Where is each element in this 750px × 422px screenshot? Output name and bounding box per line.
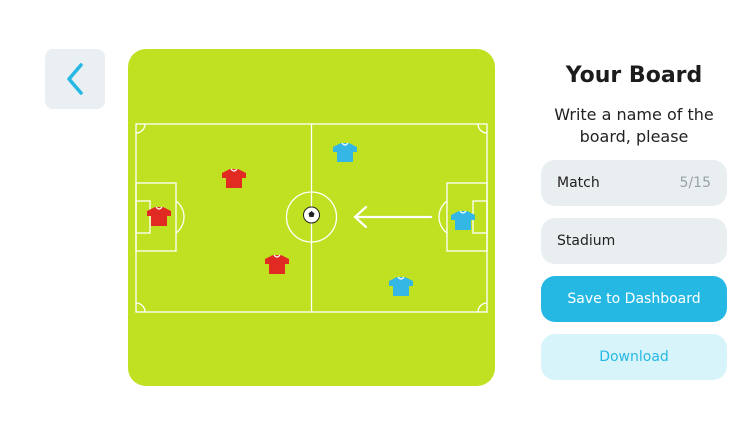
arrow-left-icon [353,205,433,229]
corner-arc [477,302,488,313]
back-button[interactable] [45,49,105,109]
corner-arc [477,123,488,134]
match-name-input[interactable]: Match 5/15 [541,160,727,206]
board-settings-panel: Your Board Write a name of the board, pl… [541,60,727,380]
stadium-input[interactable]: Stadium [541,218,727,264]
corner-arc [135,123,146,134]
corner-arc [135,302,146,313]
save-to-dashboard-button[interactable]: Save to Dashboard [541,276,727,322]
download-button[interactable]: Download [541,334,727,380]
soccer-ball-icon[interactable] [303,206,320,224]
right-penalty-arc [438,200,448,234]
blue-player[interactable] [389,276,413,296]
blue-player[interactable] [451,210,475,230]
stadium-value: Stadium [557,233,616,249]
match-name-value: Match [557,175,600,191]
left-penalty-arc [175,200,185,234]
red-player[interactable] [222,168,246,188]
chevron-left-icon [67,63,83,95]
right-goal-box [472,200,488,234]
left-goal-box [135,200,151,234]
tactics-board[interactable] [128,49,495,386]
char-counter: 5/15 [679,175,711,191]
panel-subtitle: Write a name of the board, please [554,105,714,146]
blue-player[interactable] [333,142,357,162]
red-player[interactable] [265,254,289,274]
pitch [135,123,488,313]
panel-title: Your Board [565,63,703,88]
